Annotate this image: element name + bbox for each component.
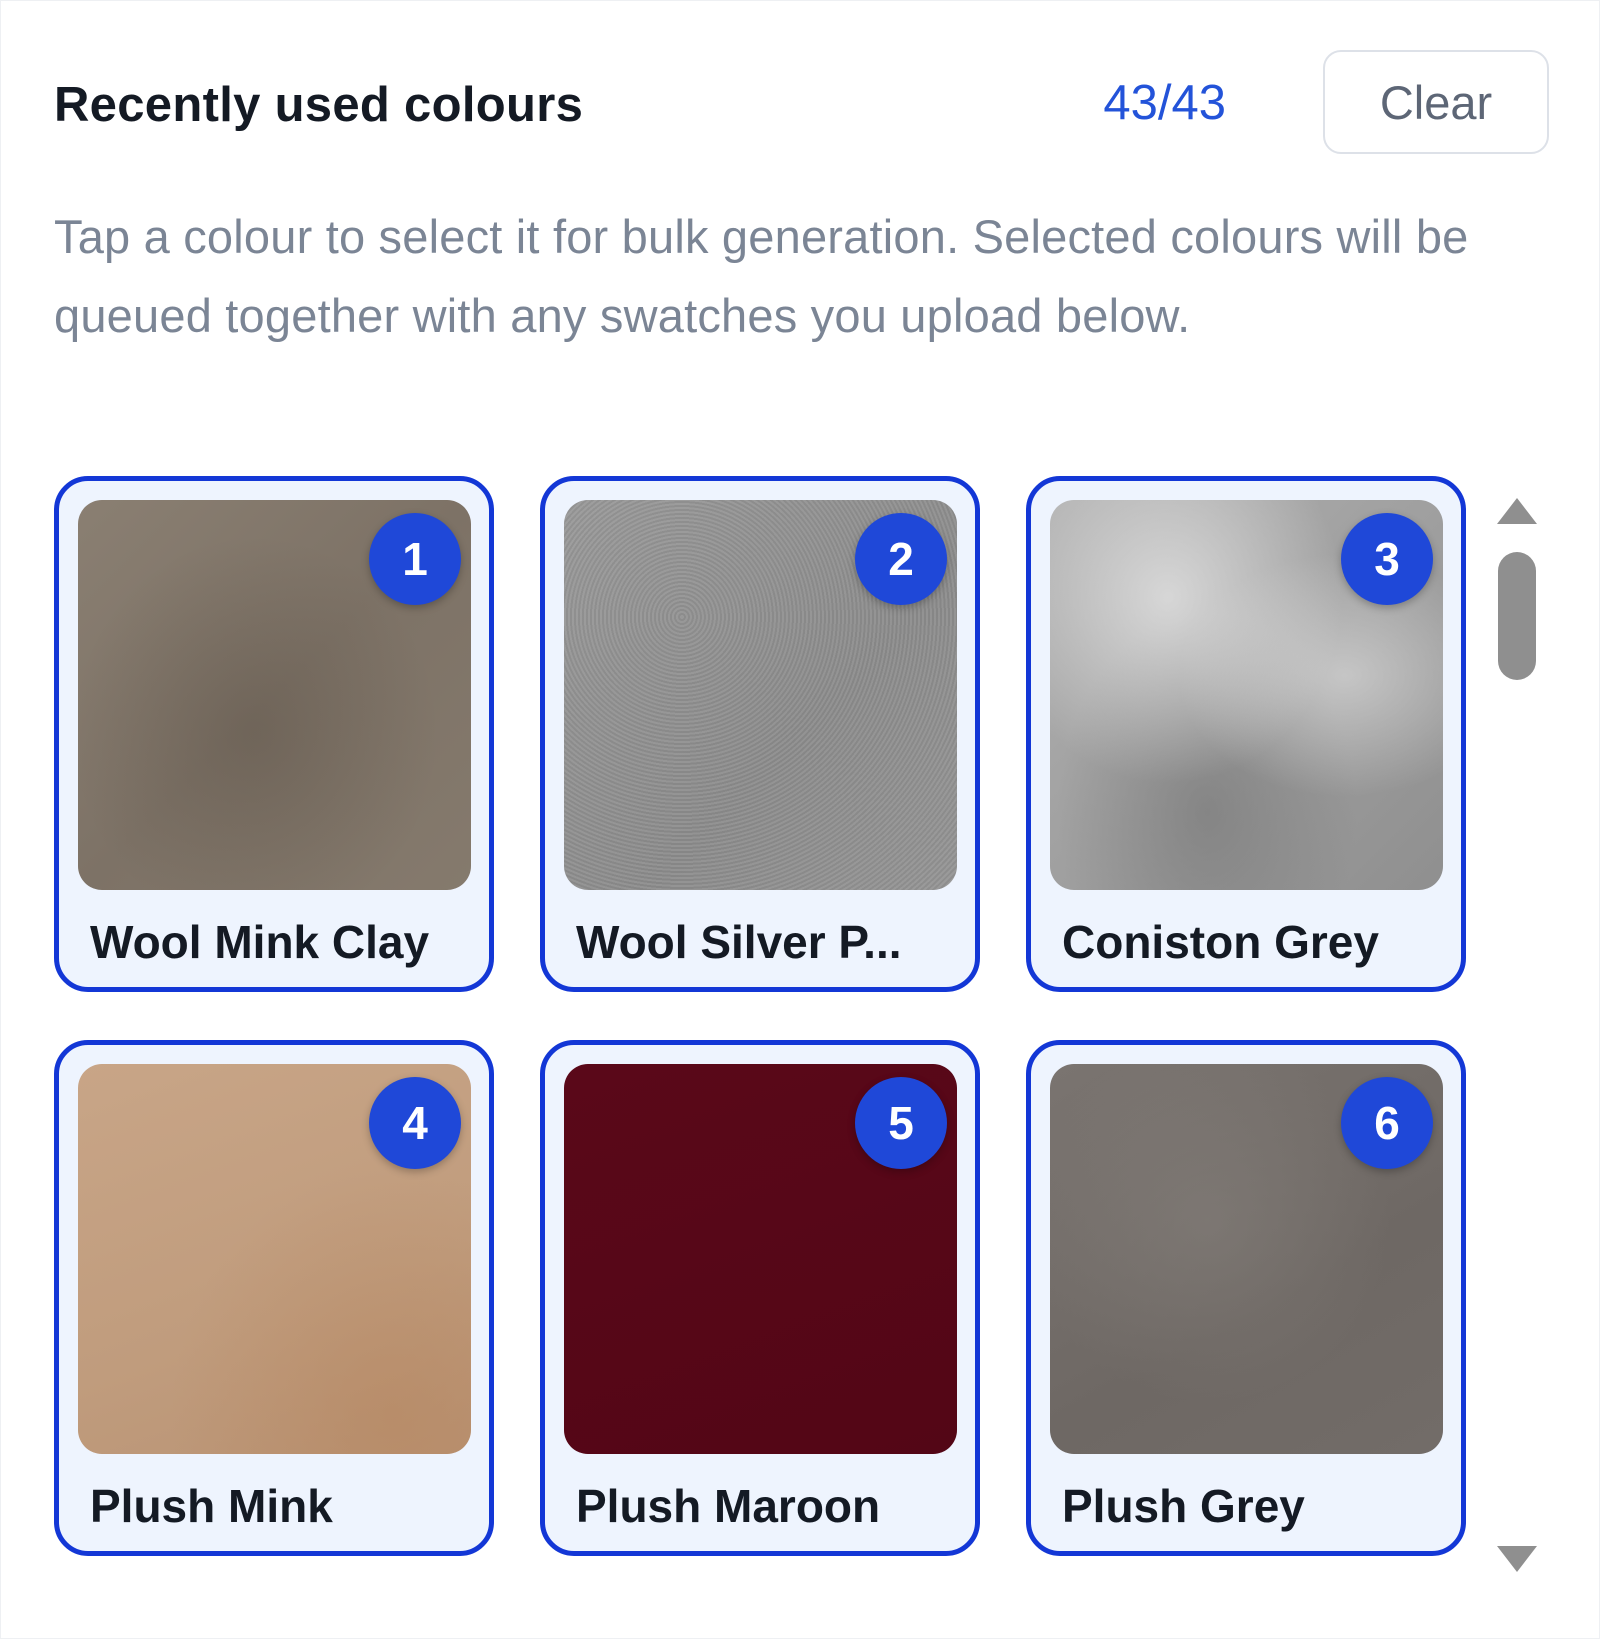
scroll-down-arrow-icon[interactable] — [1497, 1546, 1537, 1572]
selection-order-badge: 3 — [1341, 513, 1433, 605]
selection-order-badge: 1 — [369, 513, 461, 605]
swatch-name: Plush Mink — [90, 1480, 333, 1532]
swatch-tile[interactable]: 5 Plush Maroon — [540, 1040, 980, 1556]
swatch-name: Plush Grey — [1062, 1480, 1305, 1532]
swatch-tile[interactable]: 4 Plush Mink — [54, 1040, 494, 1556]
swatch-name: Coniston Grey — [1062, 916, 1379, 968]
swatch-tile[interactable]: 3 Coniston Grey — [1026, 476, 1466, 992]
recent-colours-panel: Recently used colours 43/43 Clear Tap a … — [0, 0, 1600, 1639]
swatch-tile[interactable]: 2 Wool Silver P... — [540, 476, 980, 992]
swatch-tile[interactable]: 1 Wool Mink Clay — [54, 476, 494, 992]
scrollbar-thumb[interactable] — [1498, 552, 1536, 680]
scroll-up-arrow-icon[interactable] — [1497, 498, 1537, 524]
swatch-name: Plush Maroon — [576, 1480, 881, 1532]
swatch-name: Wool Mink Clay — [90, 916, 430, 968]
clear-button[interactable]: Clear — [1323, 50, 1549, 154]
swatch-grid: 1 Wool Mink Clay 2 Wool Silver P... 3 Co… — [54, 476, 1466, 1556]
swatch-tile[interactable]: 6 Plush Grey — [1026, 1040, 1466, 1556]
swatch-name: Wool Silver P... — [576, 916, 902, 968]
selection-order-badge: 4 — [369, 1077, 461, 1169]
selection-count: 43/43 — [1103, 76, 1226, 130]
panel-title: Recently used colours — [54, 78, 584, 132]
selection-order-badge: 2 — [855, 513, 947, 605]
panel-description: Tap a colour to select it for bulk gener… — [54, 210, 1469, 342]
selection-order-badge: 6 — [1341, 1077, 1433, 1169]
selection-order-badge: 5 — [855, 1077, 947, 1169]
